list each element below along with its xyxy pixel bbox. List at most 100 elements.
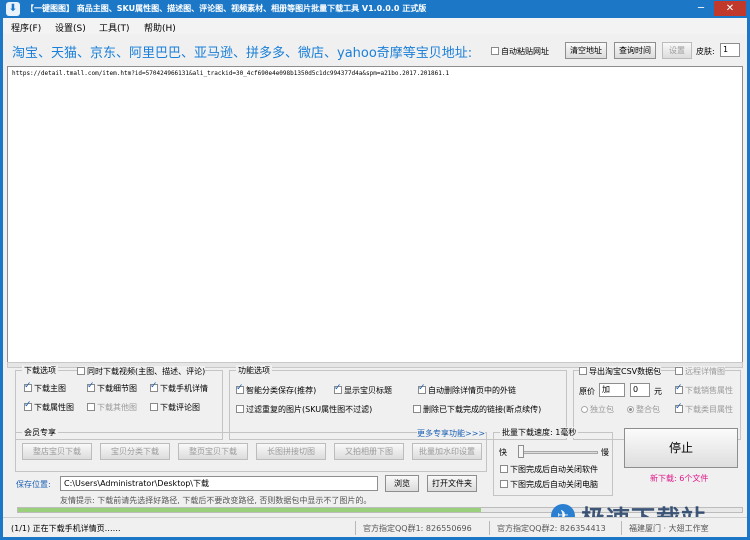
qq-group-1: 官方指定QQ群1: 826550696 [363,524,472,533]
skin-stepper[interactable]: 1 [720,43,740,57]
main-window: 程序(F) 设置(S) 工具(T) 帮助(H) 淘宝、天猫、京东、阿里巴巴、亚马… [3,18,747,537]
slow-label: 慢 [601,448,609,457]
sync-video-checkbox[interactable]: 同时下载视频(主图、描述、评论) [77,366,206,377]
download-sales-attr-checkbox[interactable]: 下载销售属性 [675,383,733,396]
download-sales-attr-check-icon [675,383,683,394]
other-image-checkbox[interactable]: 下载其他图 [87,402,137,413]
menu-tools[interactable]: 工具(T) [99,21,130,34]
app-icon: ⬇ [6,2,20,16]
window-title: 【一键图图】 商品主图、SKU属性图、描述图、评论图、视频素材、相册等图片批量下… [26,4,427,13]
settings-button[interactable]: 设置 [662,42,692,59]
batch-speed-title: 批量下载速度: 1毫秒 [500,427,579,438]
export-csv-checkbox[interactable]: 导出淘宝CSV数据包 [579,366,662,377]
export-csv-check-icon [579,367,587,375]
stop-button[interactable]: 停止 [624,428,738,468]
delete-done-links-check-icon [413,405,421,413]
close-software-checkbox[interactable]: 下图完成后自动关闭软件 [500,464,598,475]
standalone-pkg-radio-icon [581,406,588,413]
skin-value: 1 [723,45,729,54]
filter-duplicate-checkbox[interactable]: 过滤重复的图片(SKU属性图不过滤) [236,404,372,415]
yuan-label: 元 [654,387,662,396]
mobile-detail-check-icon [150,381,158,392]
status-message: (1/1) 正在下载手机详情页…… [11,524,121,533]
show-title-check-icon [334,383,342,394]
download-options-title: 下载选项 [22,365,58,376]
menu-bar: 程序(F) 设置(S) 工具(T) 帮助(H) [3,18,747,34]
auto-delete-links-check-icon [418,383,426,394]
status-divider [621,521,622,535]
merged-pkg-radio[interactable]: 整合包 [627,404,660,415]
url-input-area[interactable]: https://detail.tmall.com/item.htm?id=570… [7,66,743,364]
query-time-button[interactable]: 查询时间 [614,42,656,59]
status-divider [355,521,356,535]
browse-button[interactable]: 浏览 [385,475,419,492]
attr-image-checkbox[interactable]: 下载属性图 [24,400,74,413]
function-options-title: 功能选项 [236,365,272,376]
price-label: 原价 [579,387,595,396]
main-image-checkbox[interactable]: 下载主图 [24,381,66,394]
save-path-value: C:\Users\Administrator\Desktop\下载 [64,479,209,488]
speed-slider-track[interactable] [518,451,598,454]
standalone-pkg-radio[interactable]: 独立包 [581,404,614,415]
filter-duplicate-check-icon [236,405,244,413]
minimize-button[interactable]: ─ [690,1,712,16]
price-op-select[interactable]: 加 [599,383,625,397]
tip-text: 友情提示: 下载前请先选择好路径, 下载后不要改变路径, 否则数据包中显示不了图… [60,496,372,505]
menu-help[interactable]: 帮助(H) [144,21,176,34]
review-image-check-icon [150,403,158,411]
sync-video-check-icon [77,367,85,375]
fast-label: 快 [499,448,507,457]
smart-classify-checkbox[interactable]: 智能分类保存(推荐) [236,383,316,396]
member-button-shop[interactable]: 整店宝贝下载 [22,443,92,460]
save-path-input[interactable]: C:\Users\Administrator\Desktop\下载 [60,476,378,491]
skin-label: 皮肤: [696,47,715,56]
member-button-page[interactable]: 整页宝贝下载 [178,443,248,460]
status-bar: (1/1) 正在下载手机详情页…… 官方指定QQ群1: 826550696 官方… [3,517,747,537]
close-button[interactable]: ✕ [714,1,746,16]
platforms-label: 淘宝、天猫、京东、阿里巴巴、亚马逊、拼多多、微店、yahoo奇摩等宝贝地址: [12,46,473,61]
smart-classify-check-icon [236,383,244,394]
detail-image-checkbox[interactable]: 下载细节图 [87,381,137,394]
member-button-longimage[interactable]: 长图拼接切图 [256,443,326,460]
clear-address-button[interactable]: 清空地址 [565,42,607,59]
main-image-check-icon [24,381,32,392]
remote-detail-check-icon [675,367,683,375]
close-computer-checkbox[interactable]: 下图完成后自动关闭电脑 [500,479,598,490]
merged-pkg-radio-icon [627,406,634,413]
attr-image-check-icon [24,400,32,411]
delete-done-links-checkbox[interactable]: 删除已下载完成的链接(断点续传) [413,404,541,415]
menu-program[interactable]: 程序(F) [11,21,41,34]
download-category-attr-check-icon [675,402,683,413]
mobile-detail-checkbox[interactable]: 下载手机详情 [150,381,208,394]
more-features-link[interactable]: 更多专享功能>>> [417,428,486,439]
member-title: 会员专享 [22,427,58,438]
detail-image-check-icon [87,381,95,392]
open-folder-button[interactable]: 打开文件夹 [427,475,477,492]
close-software-check-icon [500,465,508,473]
other-image-check-icon [87,403,95,411]
title-bar: ⬇ 【一键图图】 商品主图、SKU属性图、描述图、评论图、视频素材、相册等图片批… [0,0,750,18]
qq-group-2: 官方指定QQ群2: 826354413 [497,524,606,533]
review-image-checkbox[interactable]: 下载评论图 [150,402,200,413]
save-location-label: 保存位置: [16,480,51,489]
price-value-input[interactable]: 0 [630,383,650,397]
download-category-attr-checkbox[interactable]: 下载类目属性 [675,402,733,415]
close-computer-check-icon [500,480,508,488]
remote-detail-checkbox[interactable]: 远程详情图 [675,366,725,377]
download-count: 新下载: 6个文件 [650,474,709,483]
auto-paste-checkbox[interactable]: 自动粘贴网址 [491,46,549,57]
company-label: 福建厦门 · 大翅工作室 [629,524,709,533]
auto-delete-links-checkbox[interactable]: 自动删除详情页中的外链 [418,383,516,396]
download-progress-fill [18,508,482,512]
url-text: https://detail.tmall.com/item.htm?id=570… [12,70,450,77]
speed-slider-thumb[interactable] [518,445,524,458]
auto-paste-check-icon [491,47,499,55]
status-divider [489,521,490,535]
menu-settings[interactable]: 设置(S) [55,21,86,34]
price-value: 0 [633,385,639,394]
member-button-watermark[interactable]: 批量加水印设置 [412,443,482,460]
member-button-category[interactable]: 宝贝分类下载 [100,443,170,460]
show-title-checkbox[interactable]: 显示宝贝标题 [334,383,392,396]
price-op-value: 加 [602,385,610,394]
member-button-youpai[interactable]: 又拍相册下图 [334,443,404,460]
